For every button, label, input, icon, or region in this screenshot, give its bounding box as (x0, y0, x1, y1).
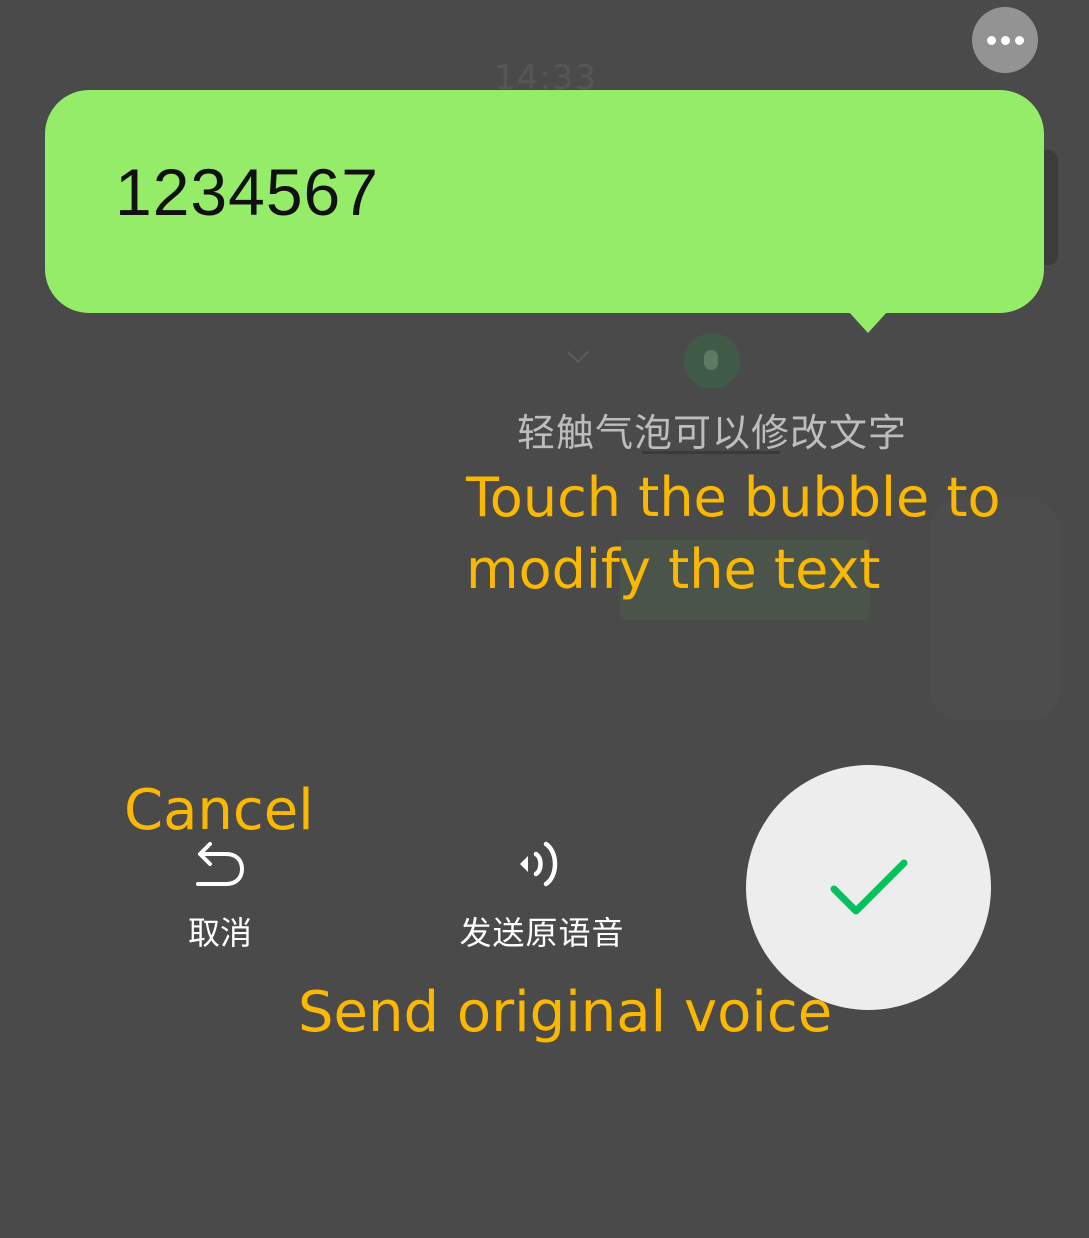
annotation-cancel: Cancel (124, 778, 314, 843)
background-chevron-icon (566, 340, 590, 364)
send-original-voice-button[interactable]: 发送原语音 (452, 834, 632, 956)
bubble-tail (848, 311, 888, 333)
cancel-button[interactable]: 取消 (168, 836, 272, 956)
edit-hint-text: 轻触气泡可以修改文字 (517, 411, 908, 455)
undo-arrow-icon (196, 842, 244, 886)
hint-underline (642, 451, 780, 454)
checkmark-icon (830, 859, 908, 915)
more-horizontal-icon (986, 35, 996, 45)
background-mic-glyph (704, 350, 718, 370)
more-horizontal-icon-dot (1000, 35, 1010, 45)
send-original-voice-label: 发送原语音 (459, 914, 625, 952)
more-options-button[interactable] (972, 7, 1038, 73)
transcription-text[interactable]: 1234567 (115, 154, 379, 230)
annotation-touch-bubble: Touch the bubble to modify the text (466, 462, 1001, 606)
transcription-bubble[interactable]: 1234567 (45, 90, 1044, 313)
voice-wave-icon (520, 841, 558, 887)
annotation-touch-line1: Touch the bubble to (466, 466, 1001, 529)
annotation-touch-line2: modify the text (466, 538, 881, 601)
annotation-send-voice: Send original voice (298, 980, 833, 1045)
cancel-label: 取消 (187, 914, 252, 952)
confirm-send-button[interactable] (746, 765, 991, 1010)
more-horizontal-icon-dot (1014, 35, 1024, 45)
